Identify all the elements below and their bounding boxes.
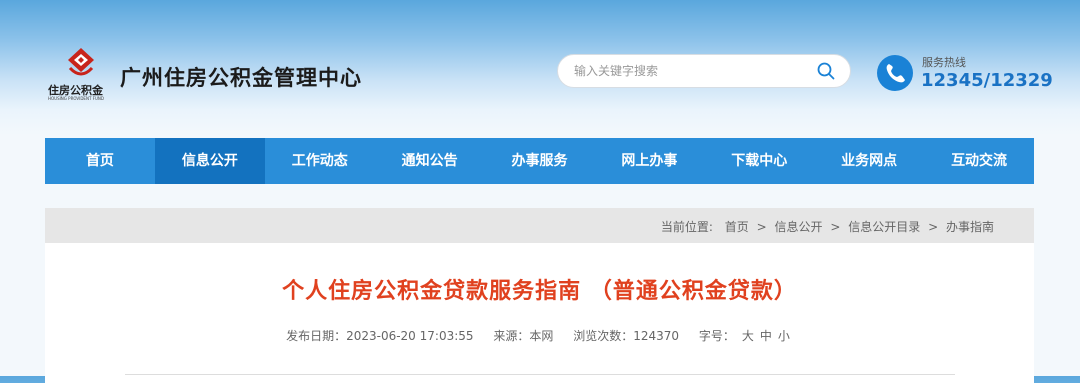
breadcrumb: 当前位置: 首页 > 信息公开 > 信息公开目录 > 办事指南 <box>661 218 994 235</box>
view-count-value: 124370 <box>633 329 680 343</box>
view-count-label: 浏览次数： <box>573 329 634 343</box>
search-icon <box>817 62 835 80</box>
hotline-label: 服务热线 <box>922 56 966 69</box>
article-meta: 发布日期：2023-06-20 17:03:55 来源：本网 浏览次数：1243… <box>45 327 1034 344</box>
publish-date: 发布日期：2023-06-20 17:03:55 <box>286 329 473 343</box>
breadcrumb-service-guide[interactable]: 办事指南 <box>946 220 994 234</box>
publish-date-label: 发布日期： <box>286 329 347 343</box>
breadcrumb-info-disclosure[interactable]: 信息公开 <box>775 220 823 234</box>
search-button[interactable] <box>816 61 836 81</box>
divider <box>125 374 955 375</box>
breadcrumb-label: 当前位置: <box>660 220 713 234</box>
font-size-small[interactable]: 小 <box>778 329 790 343</box>
font-size-label: 字号： <box>698 329 735 343</box>
article-title: 个人住房公积金贷款服务指南 （普通公积金贷款） <box>282 279 797 304</box>
hotline-number: 12345/12329 <box>921 70 1053 91</box>
nav-item-work-news[interactable]: 工作动态 <box>265 138 375 184</box>
breadcrumb-separator: > <box>756 220 767 234</box>
logo-subtext: HOUSING PROVIDENT FUND <box>48 96 104 101</box>
nav-item-notices[interactable]: 通知公告 <box>375 138 485 184</box>
breadcrumb-separator: > <box>830 220 841 234</box>
source-value: 本网 <box>529 329 554 343</box>
phone-icon <box>877 55 913 91</box>
font-size-large[interactable]: 大 <box>742 329 754 343</box>
article-panel: 个人住房公积金贷款服务指南 （普通公积金贷款） 发布日期：2023-06-20 … <box>45 243 1034 383</box>
nav-item-home[interactable]: 首页 <box>45 138 155 184</box>
font-size-control: 字号： 大中小 <box>699 329 793 343</box>
search-box <box>557 54 851 88</box>
nav-item-services[interactable]: 办事服务 <box>485 138 595 184</box>
site-title: 广州住房公积金管理中心 <box>120 66 362 90</box>
breadcrumb-separator: > <box>928 220 939 234</box>
font-size-medium[interactable]: 中 <box>760 329 772 343</box>
breadcrumb-bar: 当前位置: 首页 > 信息公开 > 信息公开目录 > 办事指南 <box>45 208 1034 243</box>
nav-item-downloads[interactable]: 下载中心 <box>704 138 814 184</box>
view-count: 浏览次数：124370 <box>573 329 679 343</box>
source: 来源：本网 <box>493 329 553 343</box>
nav-item-info-disclosure[interactable]: 信息公开 <box>154 138 265 184</box>
breadcrumb-home[interactable]: 首页 <box>725 220 749 234</box>
nav-item-online-services[interactable]: 网上办事 <box>594 138 704 184</box>
site-logo[interactable]: 住房公积金 HOUSING PROVIDENT FUND <box>46 46 116 106</box>
breadcrumb-info-catalog[interactable]: 信息公开目录 <box>848 220 920 234</box>
source-label: 来源： <box>493 329 530 343</box>
logo-emblem-icon <box>68 48 94 76</box>
nav-item-interaction[interactable]: 互动交流 <box>924 138 1034 184</box>
publish-date-value: 2023-06-20 17:03:55 <box>346 329 474 343</box>
search-input[interactable] <box>574 62 804 80</box>
nav-item-branches[interactable]: 业务网点 <box>814 138 924 184</box>
main-nav: 首页 信息公开 工作动态 通知公告 办事服务 网上办事 下载中心 业务网点 互动… <box>45 138 1034 184</box>
